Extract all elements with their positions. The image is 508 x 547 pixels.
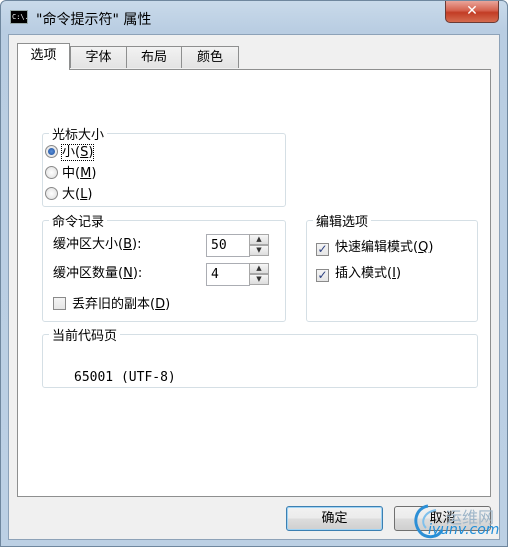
window-title: "命令提示符" 属性 [36,12,152,28]
buffer-size-label: 缓冲区大小(B): [53,237,142,252]
tab-colors[interactable]: 颜色 [181,46,239,68]
watermark-bottom-text: iyunv.com [428,522,500,538]
site-watermark: 运维网 iyunv.com [406,498,502,544]
edit-options-legend: 编辑选项 [316,215,369,230]
checkbox-checked-icon[interactable]: ✓ [316,269,329,282]
radio-cursor-medium[interactable]: 中(M) [45,165,96,183]
properties-window: C:\. "命令提示符" 属性 ✕ 选项 字体 布局 颜色 光标大小 小(S) … [0,0,508,547]
close-window-button[interactable]: ✕ [445,1,499,23]
close-icon: ✕ [466,3,478,19]
tab-options[interactable]: 选项 [17,43,70,70]
quick-edit-label: 快速编辑模式(Q) [335,240,434,255]
codepage-legend: 当前代码页 [52,329,118,344]
title-bar[interactable]: C:\. "命令提示符" 属性 ✕ [1,1,507,35]
spin-up-icon[interactable]: ▲ [249,234,269,245]
console-app-icon[interactable]: C:\. [10,10,28,24]
spin-down-icon[interactable]: ▼ [249,274,269,285]
cursor-small-label: 小(S) [60,144,95,161]
tab-layout[interactable]: 布局 [126,46,182,68]
command-history-legend: 命令记录 [52,215,105,230]
checkbox-unchecked-icon[interactable] [53,297,66,310]
radio-unselected-icon[interactable] [45,187,58,200]
insert-mode-checkbox[interactable]: ✓ 插入模式(I) [316,265,401,283]
spin-up-icon[interactable]: ▲ [249,263,269,274]
cursor-large-label: 大(L) [62,187,93,202]
buffer-count-input[interactable]: 4 [206,263,250,286]
quick-edit-checkbox[interactable]: ✓ 快速编辑模式(Q) [316,239,433,257]
buffer-count-label: 缓冲区数量(N): [53,266,143,281]
insert-mode-label: 插入模式(I) [335,266,402,281]
cursor-medium-label: 中(M) [62,166,97,181]
codepage-value: 65001 (UTF-8) [74,370,176,385]
radio-cursor-large[interactable]: 大(L) [45,186,92,204]
buffer-count-spinner[interactable]: ▲ ▼ [249,263,269,286]
discard-old-duplicates-checkbox[interactable]: 丢弃旧的副本(D) [53,296,170,314]
tab-font[interactable]: 字体 [70,46,127,68]
checkbox-checked-icon[interactable]: ✓ [316,243,329,256]
radio-unselected-icon[interactable] [45,166,58,179]
ok-button[interactable]: 确定 [286,506,383,531]
spin-down-icon[interactable]: ▼ [249,245,269,256]
discard-label: 丢弃旧的副本(D) [72,297,171,312]
buffer-size-input[interactable]: 50 [206,234,250,257]
radio-selected-icon[interactable] [45,145,58,158]
current-codepage-group: 当前代码页 65001 (UTF-8) [42,325,478,388]
options-tab-panel: 光标大小 小(S) 中(M) 大(L) 命令记录 缓冲区大小(B): 50 ▲ … [17,69,491,497]
radio-cursor-small[interactable]: 小(S) [45,144,95,162]
cursor-size-legend: 光标大小 [52,128,105,143]
dialog-client-area: 选项 字体 布局 颜色 光标大小 小(S) 中(M) 大(L) 命令记录 缓冲区… [8,34,500,540]
buffer-size-spinner[interactable]: ▲ ▼ [249,234,269,257]
